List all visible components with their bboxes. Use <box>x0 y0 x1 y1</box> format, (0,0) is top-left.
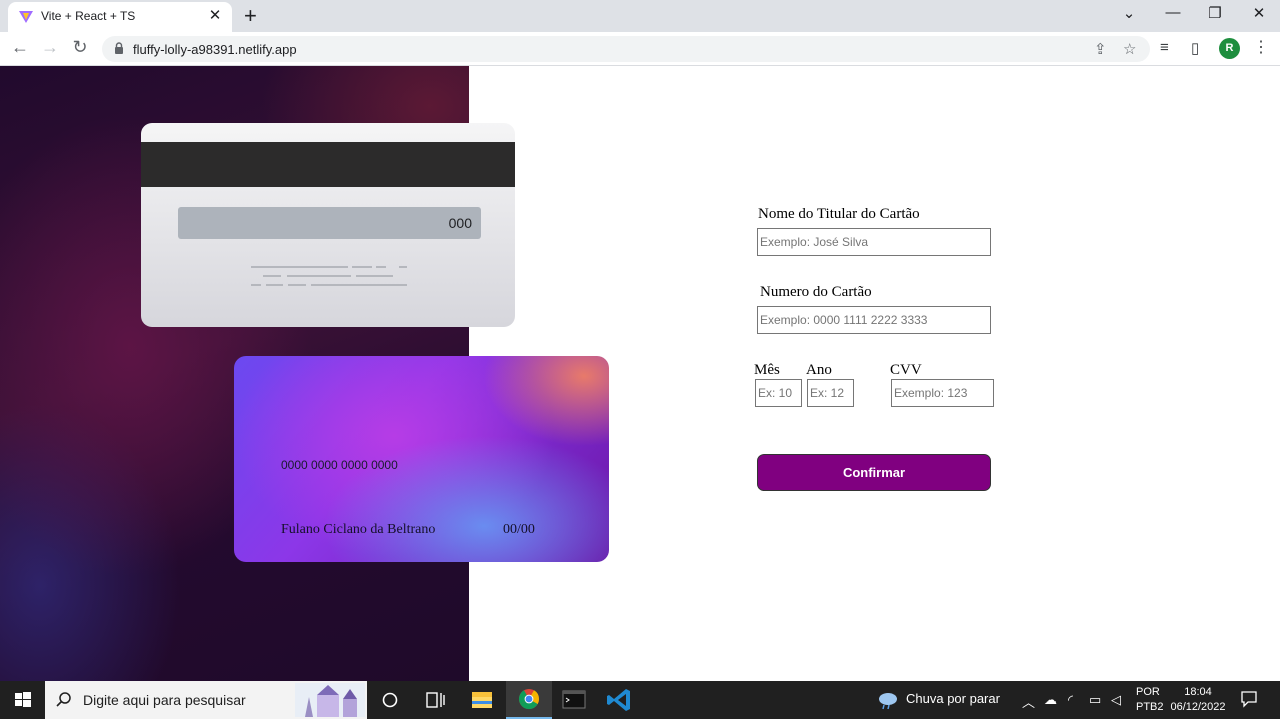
page-viewport: 000 0000 0000 0000 0000 Fulano Ciclano d… <box>0 66 1280 681</box>
browser-toolbar: ← → ↻ fluffy-lolly-a98391.netlify.app ⇪ … <box>0 32 1280 66</box>
card-line-decoration <box>251 284 261 286</box>
search-icon <box>56 692 71 707</box>
terminal-icon[interactable] <box>551 681 597 719</box>
vscode-icon[interactable] <box>597 681 643 719</box>
file-explorer-icon[interactable] <box>459 681 505 719</box>
onedrive-icon[interactable]: ☁ <box>1044 692 1057 708</box>
clock-date: 06/12/2022 <box>1170 701 1226 713</box>
star-icon[interactable]: ☆ <box>1123 40 1136 58</box>
notification-icon[interactable] <box>1240 690 1258 708</box>
card-line-decoration <box>311 284 407 286</box>
card-front-preview: 0000 0000 0000 0000 Fulano Ciclano da Be… <box>234 356 609 562</box>
year-input[interactable] <box>807 379 854 407</box>
card-line-decoration <box>266 284 283 286</box>
windows-start-icon[interactable] <box>0 681 45 719</box>
task-view-icon[interactable] <box>412 681 458 719</box>
card-expiry-display: 00/00 <box>503 522 535 537</box>
cortana-icon[interactable] <box>367 681 413 719</box>
back-icon[interactable]: ← <box>9 37 31 58</box>
windows-taskbar: Digite aqui para pesquisar Chuva por par… <box>0 681 1280 719</box>
kebab-menu-icon[interactable]: ⋮ <box>1253 37 1269 57</box>
vite-logo-icon <box>19 11 33 23</box>
card-holder-display: Fulano Ciclano da Beltrano <box>281 522 436 537</box>
forward-icon[interactable]: → <box>39 37 61 58</box>
chrome-taskbar-button[interactable] <box>506 681 552 719</box>
reload-icon[interactable]: ↻ <box>69 37 91 58</box>
card-line-decoration <box>356 275 393 277</box>
card-line-decoration <box>263 275 281 277</box>
search-placeholder-text: Digite aqui para pesquisar <box>83 692 246 708</box>
language-code: POR <box>1136 686 1160 698</box>
card-line-decoration <box>288 284 306 286</box>
card-back-preview: 000 <box>141 123 515 327</box>
search-highlight-illustration <box>295 683 365 717</box>
system-clock[interactable]: 18:04 06/12/2022 <box>1170 685 1226 715</box>
taskbar-search-box[interactable]: Digite aqui para pesquisar <box>45 681 367 719</box>
month-input[interactable] <box>755 379 802 407</box>
cvv-input[interactable] <box>891 379 994 407</box>
restore-button[interactable]: ❐ <box>1205 4 1225 22</box>
card-line-decoration <box>376 266 386 268</box>
chrome-icon <box>518 689 540 710</box>
close-window-button[interactable]: ✕ <box>1249 4 1269 22</box>
cardholder-name-label: Nome do Titular do Cartão <box>758 206 920 222</box>
new-tab-button[interactable]: + <box>244 3 257 29</box>
card-number-label: Numero do Cartão <box>760 284 872 300</box>
battery-icon[interactable]: ▭ <box>1089 692 1101 708</box>
card-line-decoration <box>399 266 407 268</box>
url-text: fluffy-lolly-a98391.netlify.app <box>133 42 297 57</box>
card-cvv-display: 000 <box>448 215 472 231</box>
wifi-icon[interactable]: ◜ <box>1068 692 1073 708</box>
clock-time: 18:04 <box>1184 686 1212 698</box>
lock-icon <box>115 42 123 54</box>
profile-avatar[interactable]: R <box>1219 38 1240 59</box>
tab-title: Vite + React + TS <box>41 9 136 23</box>
input-language-indicator[interactable]: POR PTB2 <box>1136 685 1164 715</box>
media-icon[interactable]: ≡ <box>1160 39 1169 56</box>
volume-icon[interactable]: ◁ <box>1111 692 1121 708</box>
weather-text[interactable]: Chuva por parar <box>906 691 1000 706</box>
confirm-button[interactable]: Confirmar <box>757 454 991 491</box>
browser-tab[interactable]: Vite + React + TS ✕ <box>8 2 232 32</box>
keyboard-layout: PTB2 <box>1136 701 1164 713</box>
minimize-button[interactable]: — <box>1163 4 1183 21</box>
magnetic-stripe <box>141 142 515 187</box>
card-line-decoration <box>352 266 372 268</box>
tab-close-icon[interactable]: ✕ <box>206 6 224 24</box>
signature-strip: 000 <box>178 207 481 239</box>
cardholder-name-input[interactable] <box>757 228 991 256</box>
card-number-display: 0000 0000 0000 0000 <box>281 458 398 472</box>
card-line-decoration <box>251 266 348 268</box>
month-label: Mês <box>754 362 780 378</box>
address-bar[interactable]: fluffy-lolly-a98391.netlify.app ⇪ ☆ <box>102 36 1150 62</box>
year-label: Ano <box>806 362 832 378</box>
weather-icon <box>879 693 897 710</box>
cvv-label: CVV <box>890 362 922 378</box>
card-number-input[interactable] <box>757 306 991 334</box>
tab-search-dropdown-icon[interactable]: ⌄ <box>1119 4 1139 22</box>
side-panel-icon[interactable]: ▯ <box>1191 39 1199 57</box>
tab-strip: Vite + React + TS ✕ + ⌄ — ❐ ✕ <box>0 0 1280 32</box>
share-icon[interactable]: ⇪ <box>1094 40 1107 58</box>
tray-overflow-icon[interactable]: ︿ <box>1022 692 1035 711</box>
card-line-decoration <box>287 275 351 277</box>
